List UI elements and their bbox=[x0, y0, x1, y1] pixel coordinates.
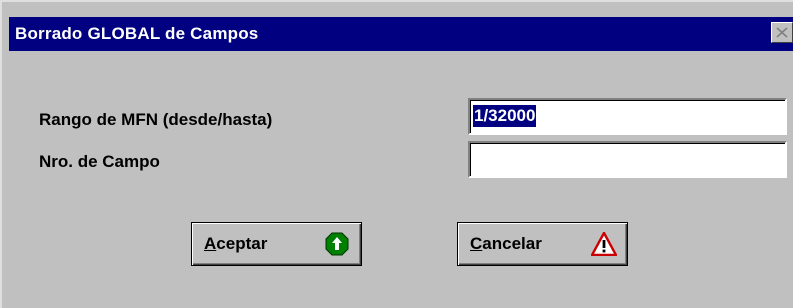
close-button[interactable] bbox=[771, 22, 793, 43]
title-bar[interactable]: Borrado GLOBAL de Campos bbox=[9, 17, 793, 51]
cancel-button[interactable]: Cancelar bbox=[457, 222, 628, 266]
mfn-range-input[interactable]: 1/32000 bbox=[468, 98, 787, 135]
accept-button-label: Aceptar bbox=[204, 234, 268, 253]
green-up-arrow-icon bbox=[325, 232, 349, 256]
window-title: Borrado GLOBAL de Campos bbox=[15, 24, 259, 43]
warning-triangle-icon bbox=[591, 232, 617, 256]
accept-button[interactable]: Aceptar bbox=[191, 222, 362, 266]
field-number-label: Nro. de Campo bbox=[39, 152, 160, 171]
field-number-input[interactable] bbox=[468, 141, 787, 178]
mfn-range-label: Rango de MFN (desde/hasta) bbox=[39, 110, 273, 129]
cancel-button-label: Cancelar bbox=[470, 234, 542, 253]
close-icon bbox=[776, 27, 788, 38]
dialog-window: Borrado GLOBAL de Campos Rango de MFN (d… bbox=[0, 0, 793, 308]
field-number-value bbox=[473, 148, 475, 170]
mfn-range-value: 1/32000 bbox=[473, 105, 537, 127]
